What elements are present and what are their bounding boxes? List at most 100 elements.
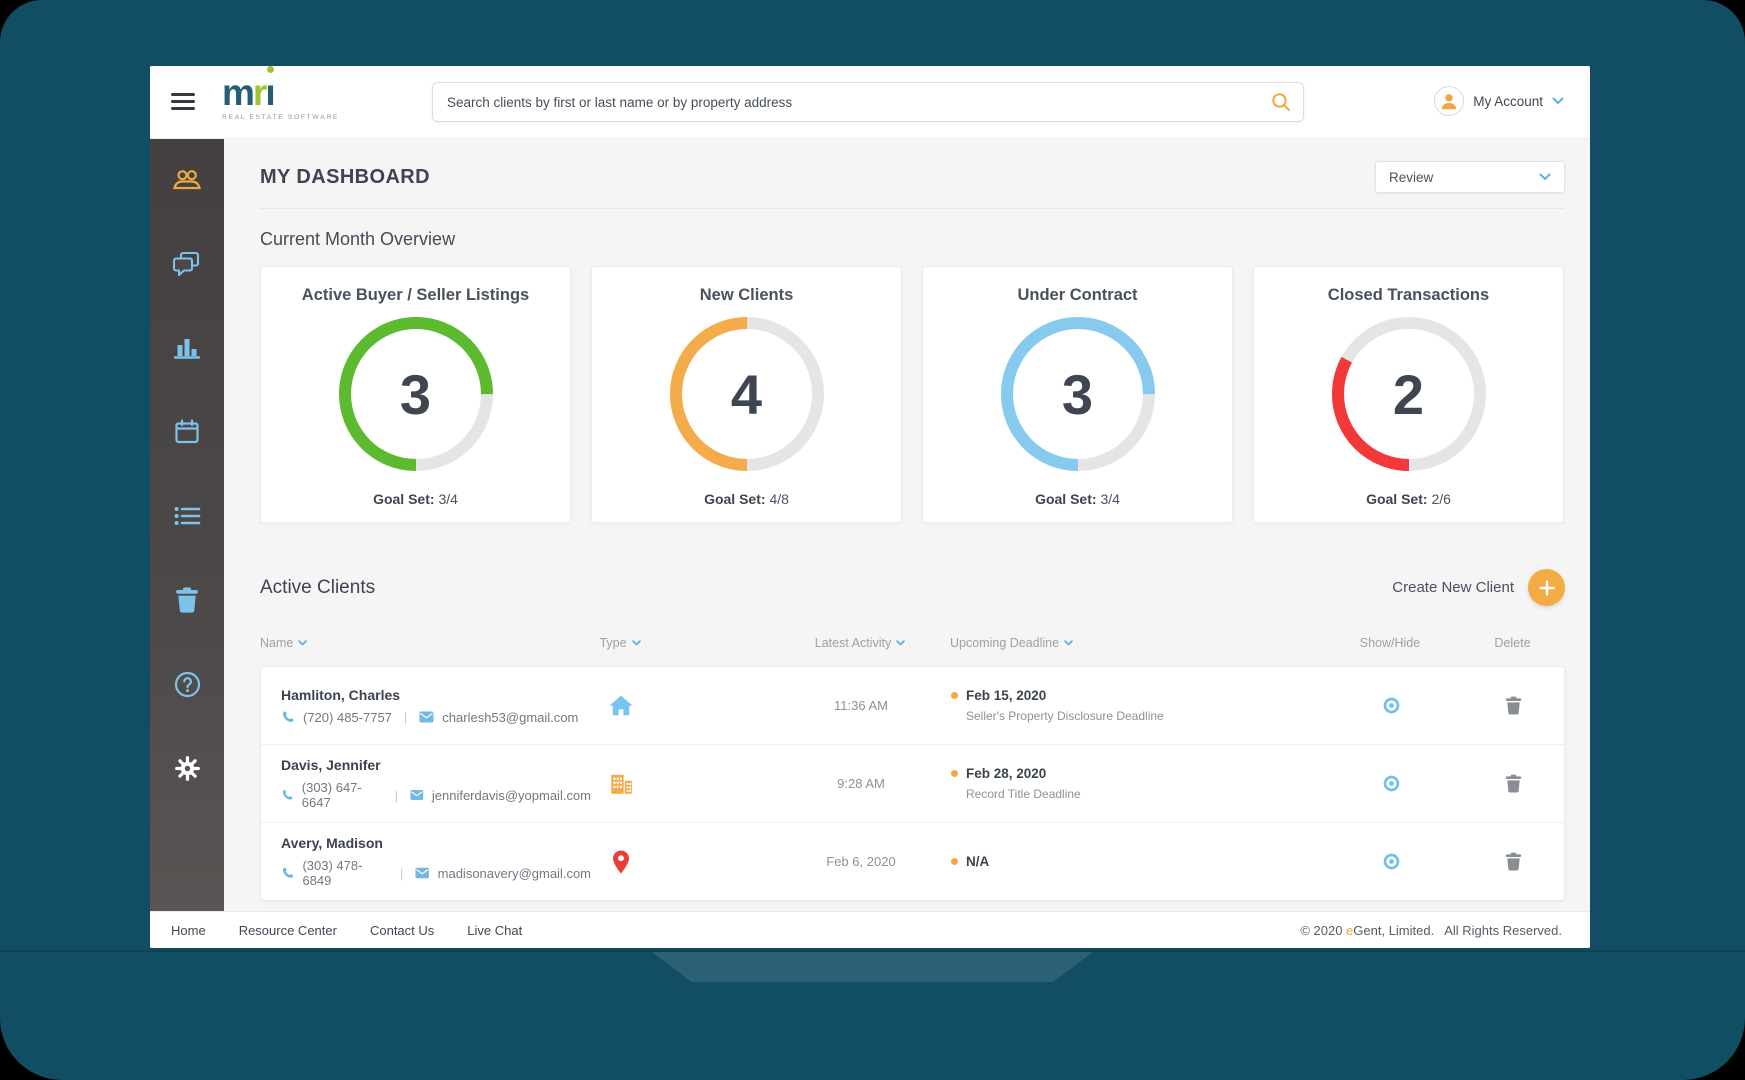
laptop-seam: [0, 950, 1745, 952]
goal-label: Goal Set: [1035, 491, 1092, 507]
avatar-icon: [1434, 86, 1465, 116]
phone-icon: [282, 789, 293, 800]
column-header-type[interactable]: Type: [590, 636, 650, 650]
overview-heading: Current Month Overview: [260, 229, 456, 249]
main-content: MY DASHBOARD Review Current Month Overvi…: [224, 138, 1590, 912]
sort-chevron-icon: [1064, 640, 1073, 646]
logo-tagline: REAL ESTATE SOFTWARE: [222, 114, 339, 121]
progress-ring-wrap: 3: [337, 315, 495, 473]
location-pin-icon: [613, 850, 629, 873]
client-type-cell: [591, 693, 651, 719]
trash-icon: [176, 587, 198, 613]
chevron-down-icon: [1539, 173, 1551, 181]
delete-trash-icon[interactable]: [1505, 696, 1522, 715]
rights-text: All Rights Reserved.: [1444, 922, 1562, 938]
stat-card-title: Under Contract: [1017, 286, 1138, 304]
delete-trash-icon[interactable]: [1505, 852, 1522, 871]
column-header-latest-activity[interactable]: Latest Activity: [650, 636, 950, 650]
client-name-cell: Davis, Jennifer (303) 647-6647 | jennife…: [261, 757, 591, 810]
sidebar-item-trash[interactable]: [150, 558, 224, 642]
stat-value: 4: [730, 362, 763, 426]
deadline-note: Record Title Deadline: [966, 787, 1081, 801]
active-clients-header: Active Clients Create New Client: [260, 569, 1565, 606]
sidebar-item-help[interactable]: [150, 642, 224, 726]
footer-link-contact-us[interactable]: Contact Us: [370, 923, 434, 938]
client-contact: (303) 647-6647 | jenniferdavis@yopmail.c…: [281, 780, 591, 810]
search-bar: [432, 82, 1304, 122]
hamburger-menu-icon[interactable]: [171, 93, 195, 110]
delete-cell: [1461, 852, 1566, 871]
separator: |: [394, 787, 399, 803]
client-type-cell: [591, 849, 651, 875]
client-contact: (303) 478-6849 | madisonavery@gmail.com: [281, 858, 591, 888]
client-row[interactable]: Avery, Madison (303) 478-6849 | madisona…: [261, 822, 1564, 900]
plus-icon: [1528, 569, 1565, 606]
create-new-client-label: Create New Client: [1392, 579, 1514, 596]
stat-card-title: Closed Transactions: [1327, 286, 1490, 304]
stat-value: 3: [1061, 362, 1094, 426]
gear-icon: [174, 755, 200, 781]
review-dropdown[interactable]: Review: [1375, 161, 1565, 193]
delete-cell: [1461, 696, 1566, 715]
envelope-icon: [415, 867, 430, 879]
sidebar-item-messages[interactable]: [150, 222, 224, 306]
client-row[interactable]: Davis, Jennifer (303) 647-6647 | jennife…: [261, 744, 1564, 822]
app-footer: Home Resource Center Contact Us Live Cha…: [150, 911, 1590, 948]
column-header-show-hide: Show/Hide: [1359, 636, 1421, 650]
deadline-date: N/A: [966, 854, 990, 869]
latest-activity: 9:28 AM: [837, 776, 885, 791]
column-header-name[interactable]: Name: [260, 636, 590, 650]
sidebar-item-tasks[interactable]: [150, 474, 224, 558]
create-new-client-button[interactable]: Create New Client: [1392, 569, 1565, 606]
footer-link-live-chat[interactable]: Live Chat: [467, 923, 522, 938]
deadline-dot-icon: [951, 858, 958, 865]
search-icon[interactable]: [1270, 91, 1292, 118]
show-hide-eye-icon[interactable]: [1382, 852, 1401, 871]
goal-value: 3/4: [438, 491, 458, 507]
stat-card-new-clients: New Clients 4 Goal Set: 4/8: [591, 266, 902, 523]
goal-text: Goal Set: 2/6: [1366, 491, 1451, 507]
client-email: jenniferdavis@yopmail.com: [431, 787, 592, 803]
deadline-dot-icon: [951, 770, 958, 777]
goal-label: Goal Set: [1366, 491, 1423, 507]
envelope-icon: [410, 789, 424, 801]
mri-logo-word: mrı: [222, 66, 339, 113]
page-title: MY DASHBOARD: [260, 165, 430, 188]
client-email: charlesh53@gmail.com: [442, 709, 579, 725]
sidebar-item-reports[interactable]: [150, 306, 224, 390]
phone-icon: [283, 867, 294, 878]
sort-chevron-icon: [298, 640, 308, 646]
list-icon: [174, 507, 200, 525]
stat-value: 3: [399, 362, 432, 426]
column-header-upcoming-deadline[interactable]: Upcoming Deadline: [950, 636, 1320, 650]
deadline-cell: Feb 15, 2020 Seller's Property Disclosur…: [951, 688, 1321, 723]
my-account-button[interactable]: My Account: [1434, 86, 1564, 116]
active-clients-heading: Active Clients: [260, 576, 376, 598]
footer-link-home[interactable]: Home: [171, 923, 206, 938]
deadline-date: Feb 28, 2020: [966, 766, 1047, 781]
delete-trash-icon[interactable]: [1505, 774, 1522, 793]
footer-link-resource-center[interactable]: Resource Center: [239, 923, 337, 938]
deadline-cell: N/A: [951, 854, 1321, 869]
deadline-note: Seller's Property Disclosure Deadline: [966, 709, 1164, 723]
goal-value: 4/8: [769, 491, 789, 507]
calendar-icon: [175, 419, 199, 444]
search-input[interactable]: [432, 82, 1304, 122]
goal-value: 3/4: [1100, 491, 1120, 507]
show-hide-eye-icon[interactable]: [1382, 774, 1401, 793]
client-row[interactable]: Hamliton, Charles (720) 485-7757 | charl…: [261, 667, 1564, 744]
progress-ring-wrap: 2: [1330, 315, 1488, 473]
sidebar-nav: [150, 138, 224, 912]
sidebar-item-calendar[interactable]: [150, 390, 224, 474]
sidebar-item-settings[interactable]: [150, 726, 224, 810]
show-hide-eye-icon[interactable]: [1382, 696, 1401, 715]
my-account-label: My Account: [1473, 93, 1543, 109]
sidebar-item-clients[interactable]: [150, 138, 224, 222]
stat-card-closed-transactions: Closed Transactions 2 Goal Set: 2/6: [1253, 266, 1564, 523]
logo-letter-m: m: [222, 72, 255, 113]
show-hide-cell: [1321, 774, 1461, 793]
client-contact: (720) 485-7757 | charlesh53@gmail.com: [281, 710, 591, 725]
client-email: madisonavery@gmail.com: [437, 865, 591, 881]
stat-card-under-contract: Under Contract 3 Goal Set: 3/4: [922, 266, 1233, 523]
laptop-mockup: mrı REAL ESTATE SOFTWARE M: [0, 0, 1745, 1080]
